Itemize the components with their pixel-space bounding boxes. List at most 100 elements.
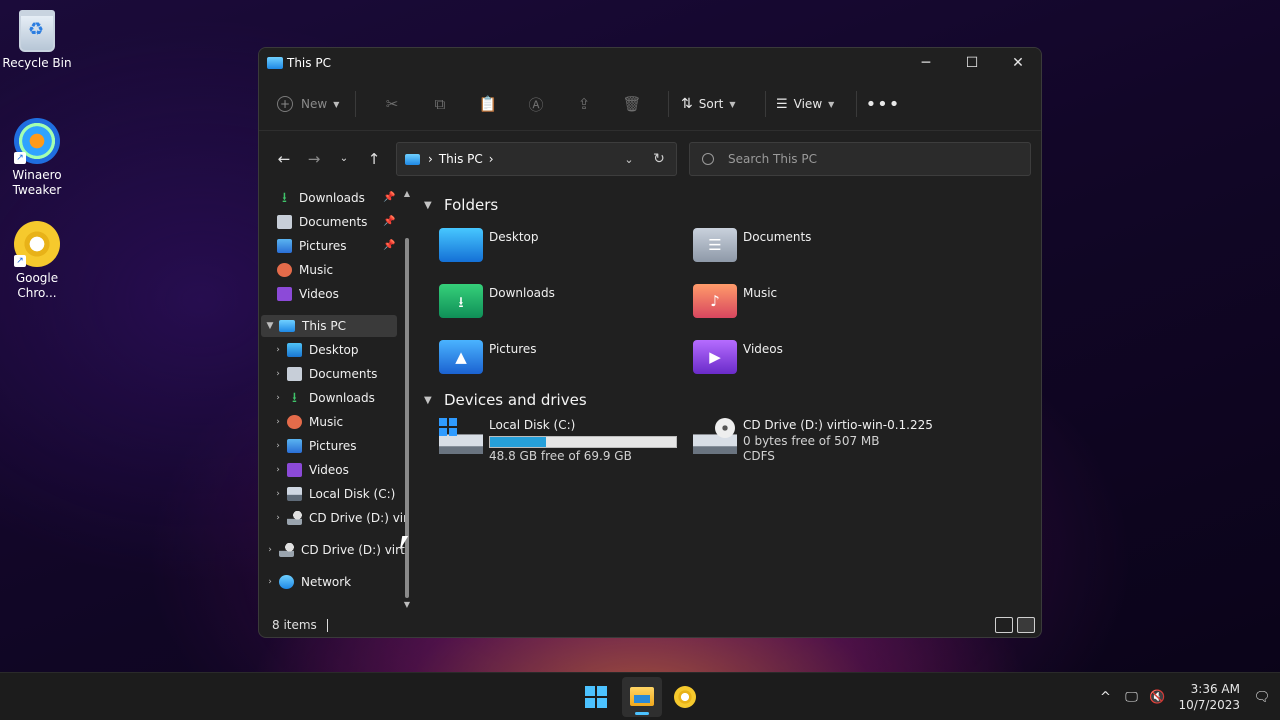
folder-tile-downloads[interactable]: ⭳ Downloads xyxy=(439,280,689,328)
sidebar-item-cd-drive[interactable]: › CD Drive (D:) vir xyxy=(269,507,408,529)
chevron-right-icon[interactable]: › xyxy=(269,393,287,403)
desktop-icon-google-chrome[interactable]: ↗ Google Chro... xyxy=(0,221,74,301)
start-button-windows-icon[interactable] xyxy=(585,686,607,708)
sort-icon: ⇅ xyxy=(681,96,693,112)
volume-muted-icon[interactable]: 🔇 xyxy=(1144,690,1170,705)
up-arrow-icon[interactable]: ↑ xyxy=(359,144,389,174)
download-icon: ⭳ xyxy=(282,190,287,206)
tiles-view-icon[interactable] xyxy=(1017,617,1035,633)
hard-drive-icon xyxy=(287,487,302,501)
taskbar-file-explorer[interactable] xyxy=(622,677,662,717)
sidebar-item-this-pc[interactable]: ▼ This PC xyxy=(261,315,397,337)
title-bar[interactable]: This PC ─ ☐ ✕ xyxy=(259,48,1041,78)
folders-section-header[interactable]: ▼ Folders xyxy=(424,196,498,214)
minimize-button[interactable]: ─ xyxy=(903,48,949,78)
shortcut-arrow-icon: ↗ xyxy=(14,255,26,267)
chevron-right-icon[interactable]: › xyxy=(269,465,287,475)
folder-tile-documents[interactable]: ☰ Documents xyxy=(693,224,943,272)
cut-icon[interactable]: ✂ xyxy=(368,89,416,119)
scroll-down-arrow-icon[interactable]: ▼ xyxy=(402,600,412,609)
file-explorer-icon xyxy=(630,687,654,706)
devices-section-header[interactable]: ▼ Devices and drives xyxy=(424,391,587,409)
plus-icon: + xyxy=(277,96,293,112)
view-button[interactable]: ☰ View ▼ xyxy=(776,97,850,112)
folder-tile-pictures[interactable]: ▲ Pictures xyxy=(439,336,689,384)
drive-tile-cd-drive[interactable]: CD Drive (D:) virtio-win-0.1.225 0 bytes… xyxy=(693,418,933,470)
chevron-down-icon[interactable]: ▼ xyxy=(424,200,440,211)
search-input[interactable] xyxy=(728,152,1008,166)
chevron-right-icon[interactable]: › xyxy=(269,417,287,427)
sidebar-item-local-disk[interactable]: › Local Disk (C:) xyxy=(269,483,395,505)
breadcrumb-chevron-icon[interactable]: › xyxy=(489,152,494,166)
chevron-right-icon[interactable]: › xyxy=(269,441,287,451)
sort-button[interactable]: ⇅ Sort ▼ xyxy=(681,96,755,112)
forward-arrow-icon[interactable]: → xyxy=(299,144,329,174)
sidebar-item-network[interactable]: › Network xyxy=(261,571,351,593)
sidebar-item-downloads[interactable]: › ⭳ Downloads xyxy=(269,387,375,409)
cd-drive-icon xyxy=(287,511,302,525)
chevron-right-icon[interactable]: › xyxy=(269,513,287,523)
desktop-icon-recycle-bin[interactable]: Recycle Bin xyxy=(0,10,74,71)
clock-time: 3:36 AM xyxy=(1190,682,1240,696)
copy-icon[interactable]: ⧉ xyxy=(416,89,464,119)
folder-name: Desktop xyxy=(489,230,539,244)
sidebar-item-music[interactable]: Music xyxy=(277,259,333,281)
see-more-button[interactable]: ••• xyxy=(863,94,903,115)
desktop-icon-label: Recycle Bin xyxy=(2,56,72,70)
breadcrumb-chevron-icon: › xyxy=(428,152,433,166)
sidebar-item-label: CD Drive (D:) virti xyxy=(301,543,409,557)
sidebar-item-pictures[interactable]: Pictures xyxy=(277,235,347,257)
chevron-down-icon: ▼ xyxy=(729,99,736,109)
sidebar-item-videos[interactable]: › Videos xyxy=(269,459,349,481)
search-box[interactable] xyxy=(689,142,1031,176)
show-hidden-icons-chevron-icon[interactable]: ^ xyxy=(1092,690,1118,705)
folder-tile-music[interactable]: ♪ Music xyxy=(693,280,943,328)
clock[interactable]: 3:36 AM 10/7/2023 xyxy=(1178,681,1240,713)
close-button[interactable]: ✕ xyxy=(995,48,1041,78)
sidebar-item-cd-drive-root[interactable]: › CD Drive (D:) virti xyxy=(261,539,408,561)
notifications-icon[interactable]: 🗨 xyxy=(1250,690,1274,705)
sidebar-item-label: CD Drive (D:) vir xyxy=(309,511,409,525)
toolbar-divider xyxy=(765,91,766,117)
drive-tile-local-disk[interactable]: Local Disk (C:) 48.8 GB free of 69.9 GB xyxy=(439,418,677,470)
sidebar-item-label: Documents xyxy=(309,367,378,381)
active-indicator xyxy=(635,712,649,715)
sidebar-item-desktop[interactable]: › Desktop xyxy=(269,339,359,361)
toolbar-divider xyxy=(668,91,669,117)
sidebar-item-documents[interactable]: Documents xyxy=(277,211,367,233)
desktop-icon-winaero-tweaker[interactable]: ↗ Winaero Tweaker xyxy=(0,118,74,198)
back-arrow-icon[interactable]: ← xyxy=(269,144,299,174)
share-icon[interactable]: ⇪ xyxy=(560,89,608,119)
taskbar-chrome-icon[interactable] xyxy=(674,686,696,708)
address-dropdown-icon[interactable]: ⌄ xyxy=(616,153,642,166)
item-count: 8 items xyxy=(272,618,317,632)
navigation-pane-scrollbar[interactable]: ▲ ▼ xyxy=(402,186,412,616)
delete-icon[interactable]: 🗑 xyxy=(608,89,656,119)
address-bar[interactable]: › This PC › ⌄ ↻ xyxy=(396,142,677,176)
details-view-icon[interactable] xyxy=(995,617,1013,633)
rename-icon[interactable]: Ⓐ xyxy=(512,89,560,119)
new-button[interactable]: + New ▼ xyxy=(277,96,343,112)
sidebar-item-music[interactable]: › Music xyxy=(269,411,343,433)
chevron-right-icon[interactable]: › xyxy=(261,577,279,587)
music-note-icon: ♪ xyxy=(710,292,720,310)
folder-tile-videos[interactable]: ▶ Videos xyxy=(693,336,943,384)
chevron-down-icon[interactable]: ▼ xyxy=(261,321,279,331)
chevron-right-icon[interactable]: › xyxy=(261,545,279,555)
chevron-right-icon[interactable]: › xyxy=(269,369,287,379)
maximize-button[interactable]: ☐ xyxy=(949,48,995,78)
sidebar-item-downloads[interactable]: ⭳ Downloads xyxy=(277,187,365,209)
sidebar-item-videos[interactable]: Videos xyxy=(277,283,339,305)
paste-icon[interactable]: 📋 xyxy=(464,89,512,119)
sidebar-item-pictures[interactable]: › Pictures xyxy=(269,435,357,457)
recent-locations-chevron-icon[interactable]: ⌄ xyxy=(329,144,359,174)
scroll-up-arrow-icon[interactable]: ▲ xyxy=(402,189,412,198)
chevron-right-icon[interactable]: › xyxy=(269,489,287,499)
breadcrumb-this-pc[interactable]: This PC xyxy=(439,152,483,166)
chevron-right-icon[interactable]: › xyxy=(269,345,287,355)
network-status-icon[interactable]: 🖵 xyxy=(1118,690,1144,705)
refresh-icon[interactable]: ↻ xyxy=(642,151,676,167)
sidebar-item-documents[interactable]: › Documents xyxy=(269,363,377,385)
chevron-down-icon[interactable]: ▼ xyxy=(424,395,440,406)
folder-tile-desktop[interactable]: Desktop xyxy=(439,224,689,272)
